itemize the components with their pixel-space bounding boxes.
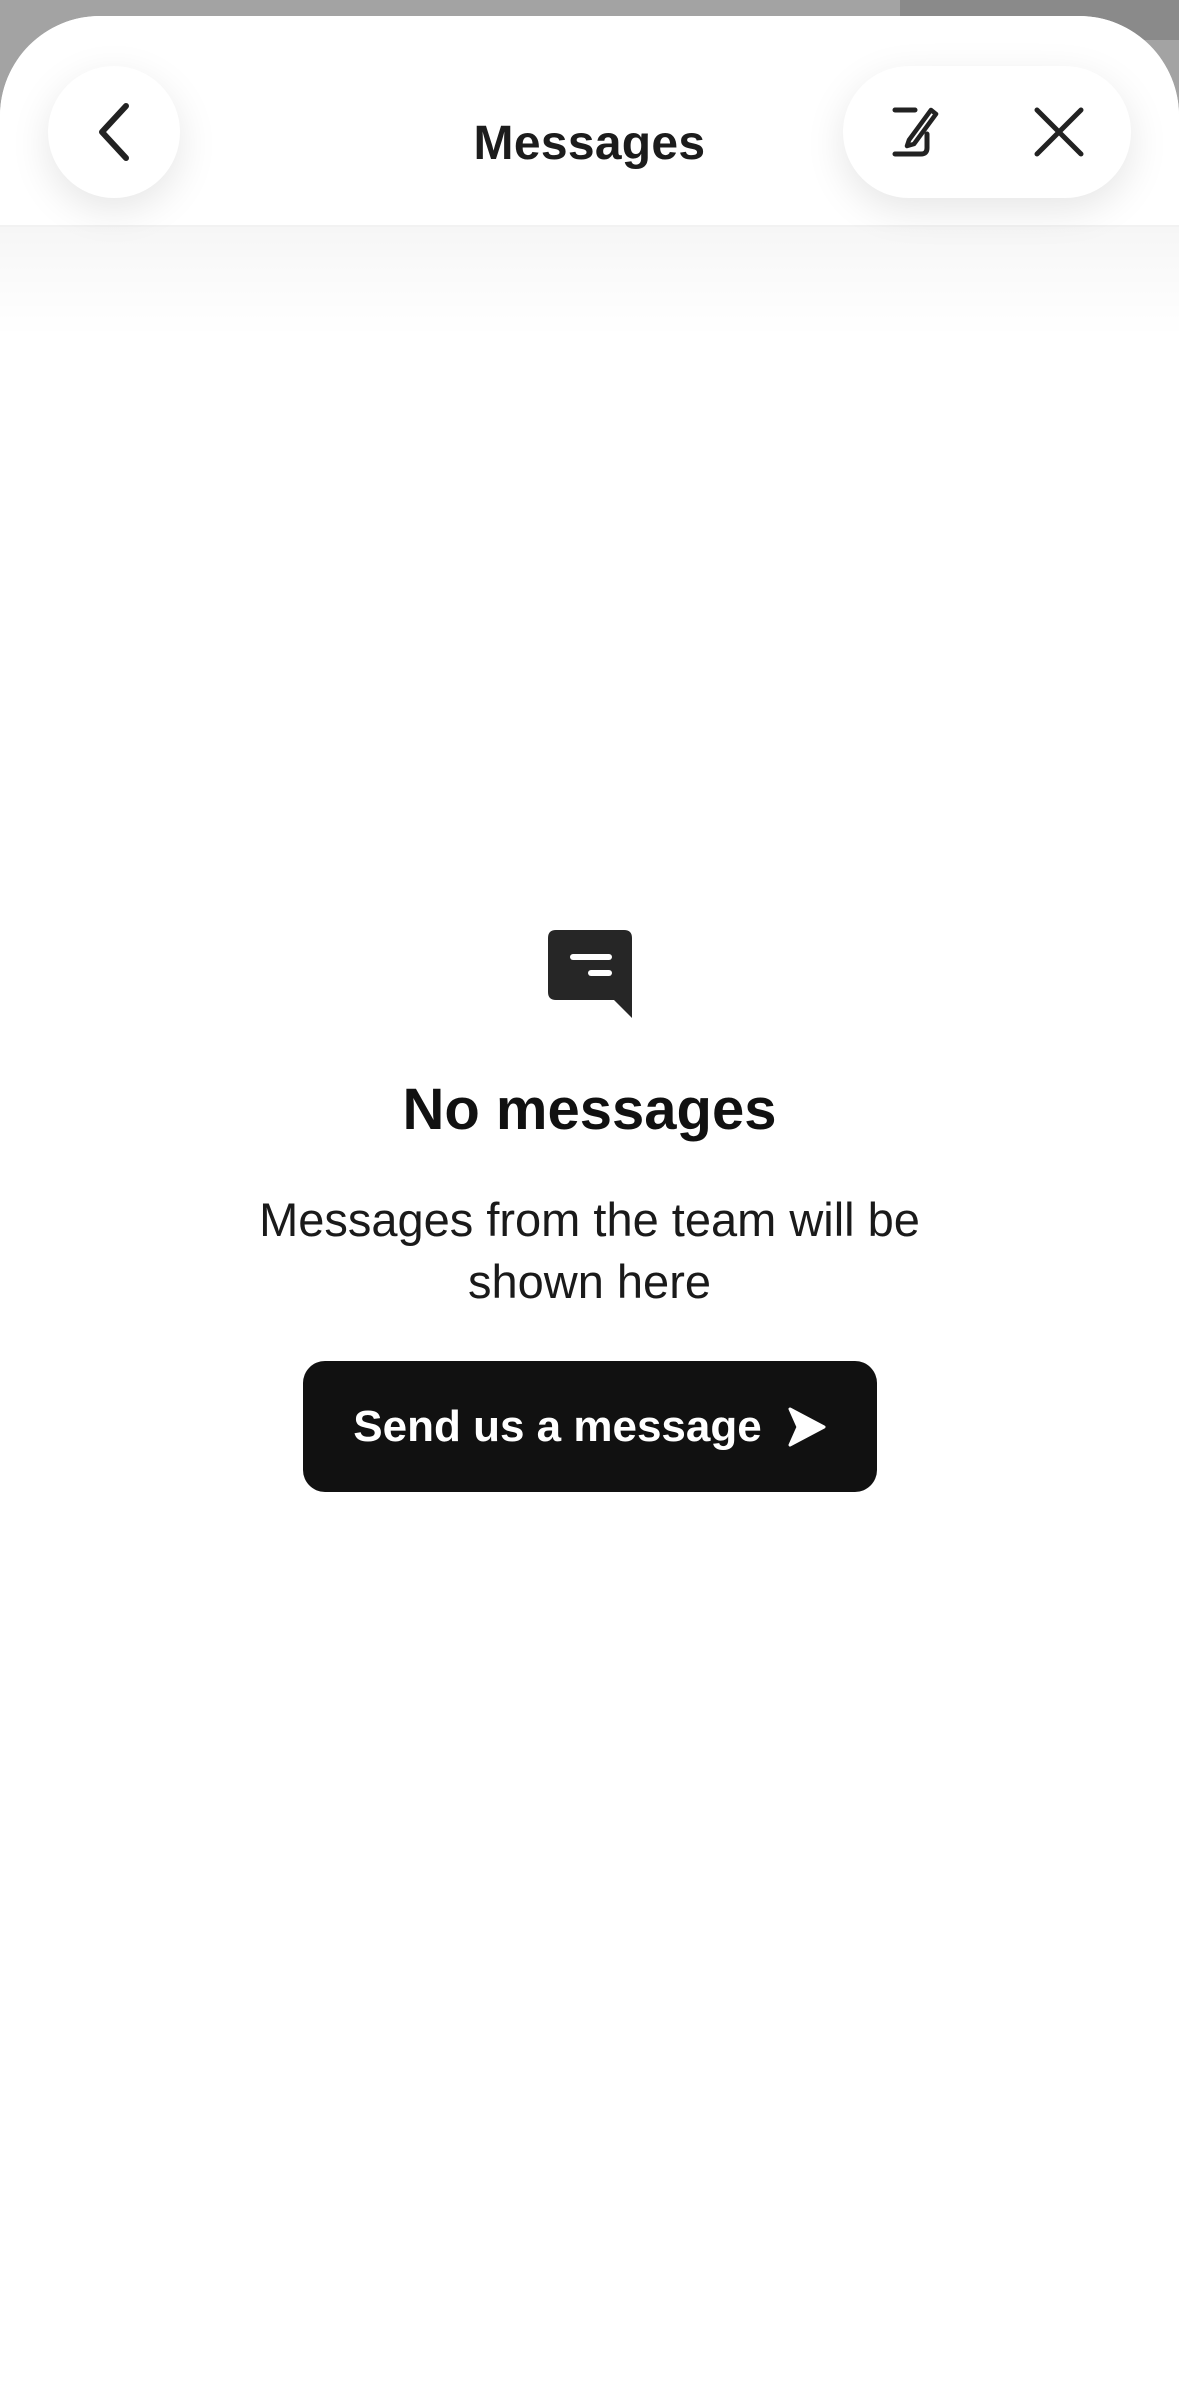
close-button[interactable]: [987, 66, 1131, 198]
messages-sheet: Messages No messages Messages from the t…: [0, 16, 1179, 2396]
header-actions: [843, 66, 1131, 198]
send-message-button[interactable]: Send us a message: [302, 1361, 877, 1492]
compose-button[interactable]: [843, 66, 987, 198]
empty-state: No messages Messages from the team will …: [0, 930, 1179, 1492]
send-message-label: Send us a message: [353, 1401, 762, 1451]
compose-icon: [892, 107, 939, 157]
empty-state-title: No messages: [402, 1077, 777, 1142]
close-icon: [1034, 107, 1084, 157]
send-arrow-icon: [788, 1407, 826, 1446]
chat-bubble-icon: [547, 930, 632, 1018]
empty-state-subtitle: Messages from the team will be shown her…: [259, 1193, 920, 1308]
header-shadow: [0, 227, 1179, 337]
header-bar: Messages: [0, 16, 1179, 227]
